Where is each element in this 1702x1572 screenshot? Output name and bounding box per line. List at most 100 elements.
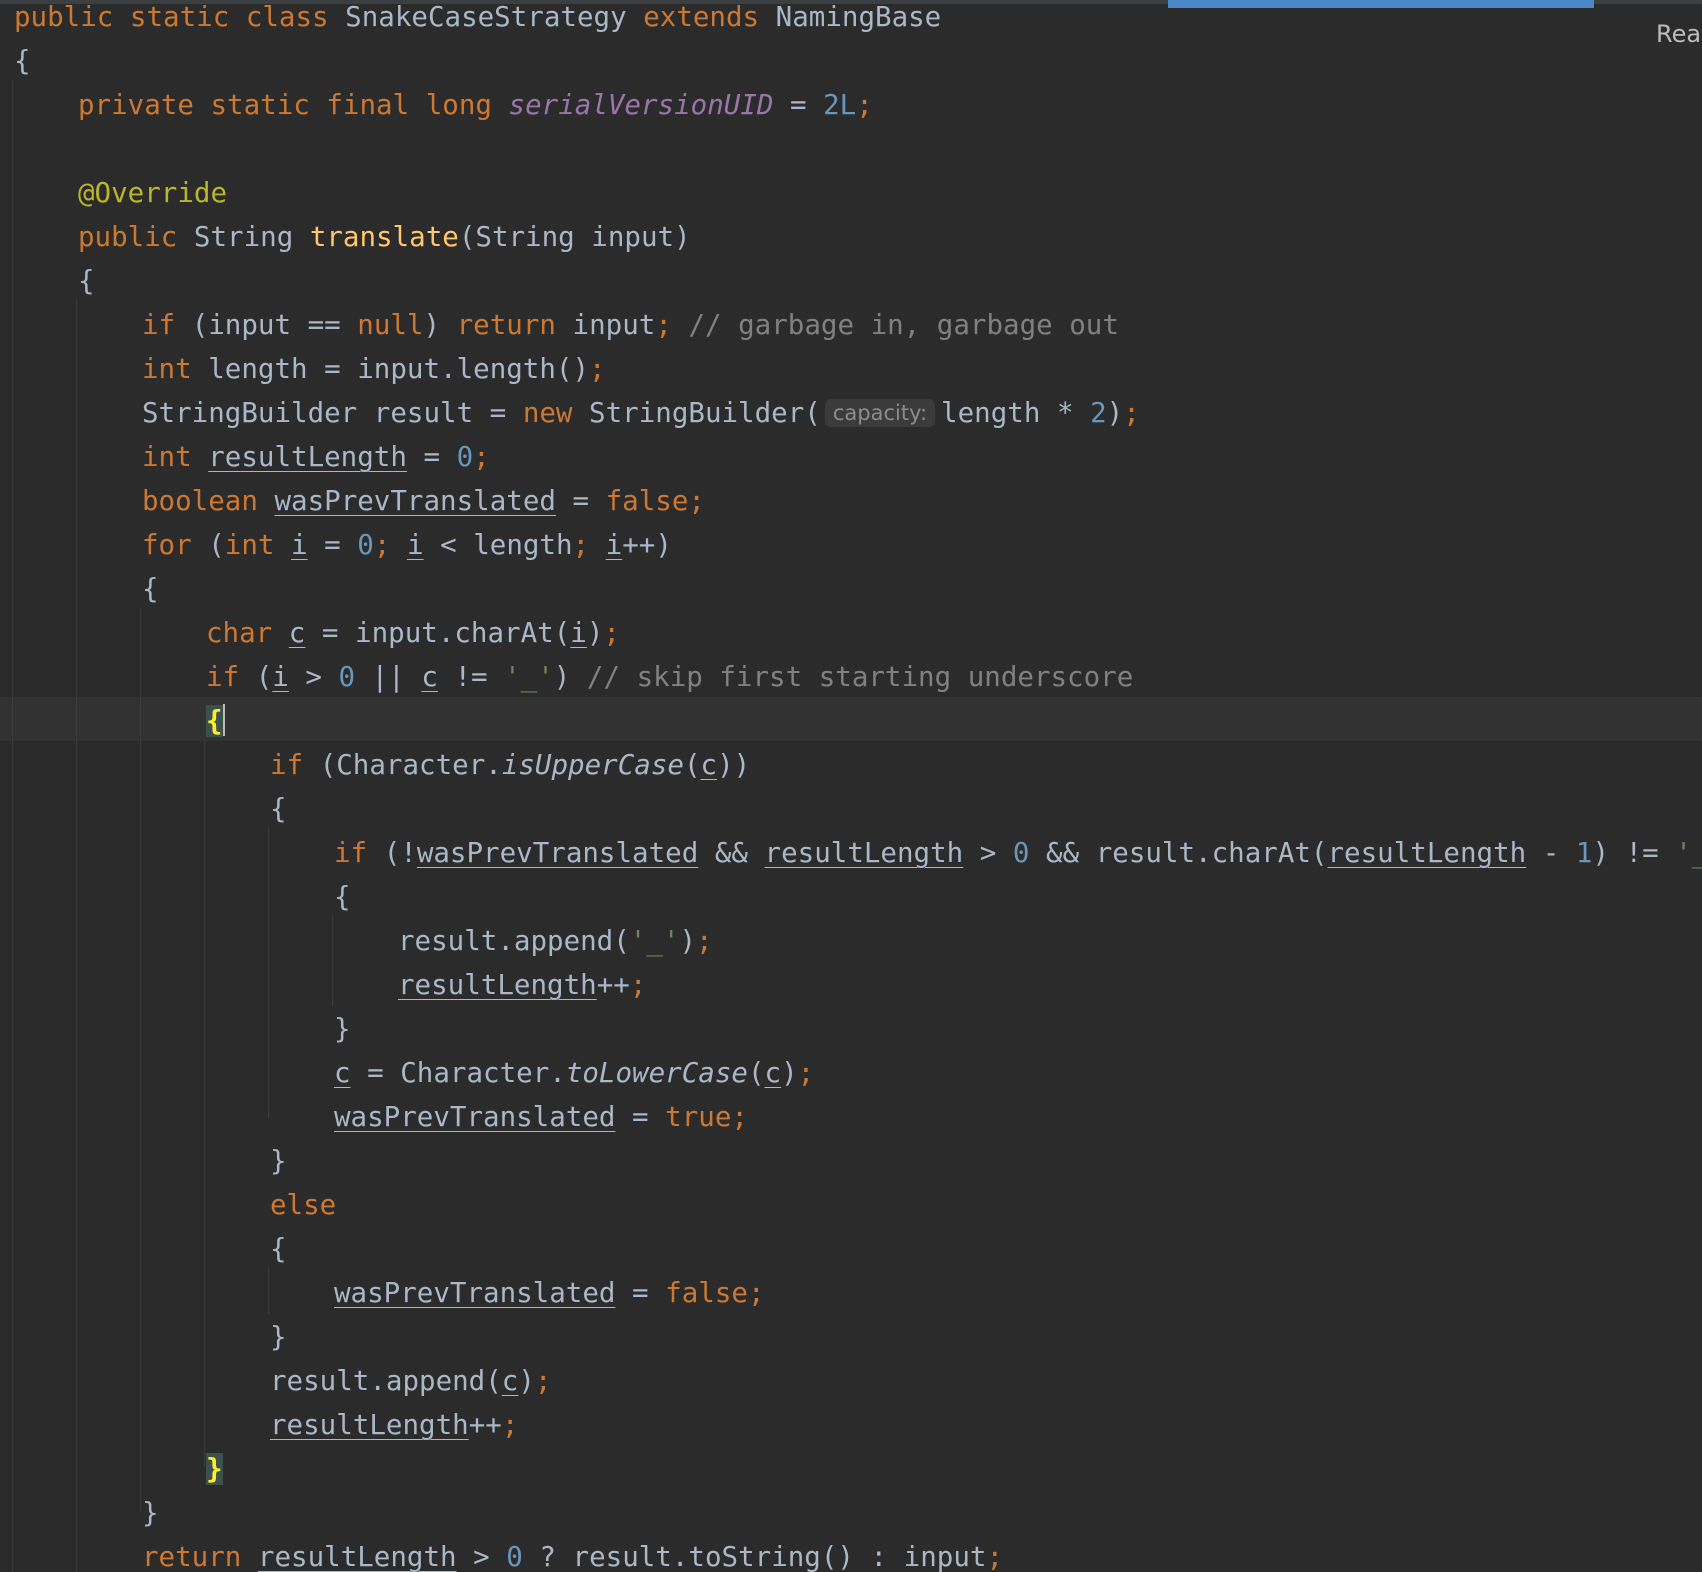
code-line[interactable]: StringBuilder result = new StringBuilder… [142, 391, 1140, 435]
expression: result.append( [270, 1365, 502, 1397]
code-line[interactable]: char c = input.charAt(i); [206, 611, 620, 655]
parameters: (String input) [458, 221, 691, 253]
code-line[interactable]: } [206, 1447, 223, 1491]
code-line[interactable]: } [142, 1491, 159, 1535]
number-literal: 2L [823, 89, 857, 121]
code-line[interactable]: if (input == null) return input; // garb… [142, 303, 1119, 347]
variable: c [421, 661, 438, 693]
semicolon: ; [731, 1101, 748, 1133]
reader-mode-toggle[interactable]: Reac [1656, 20, 1702, 48]
keyword: char [206, 617, 273, 649]
keyword: return [456, 309, 556, 341]
code-line[interactable]: for (int i = 0; i < length; i++) [142, 523, 672, 567]
semicolon: ; [501, 1409, 519, 1441]
code-line[interactable]: } [334, 1007, 351, 1051]
operator: || [371, 661, 405, 693]
operator: > [473, 1541, 490, 1572]
code-line[interactable]: { [206, 699, 225, 743]
code-line[interactable]: if (i > 0 || c != '_') // skip first sta… [206, 655, 1133, 699]
matched-brace: { [206, 705, 223, 737]
semicolon: ; [373, 529, 391, 561]
brace: } [142, 1497, 159, 1529]
paren: ) [1106, 397, 1124, 429]
expression: && result.charAt( [1046, 837, 1328, 869]
indent-guide [332, 916, 333, 1006]
class-name: NamingBase [775, 1, 942, 33]
code-line[interactable]: wasPrevTranslated = false; [334, 1271, 765, 1315]
semicolon: ; [655, 309, 672, 341]
operator: = [632, 1277, 649, 1309]
operator: > [979, 837, 997, 869]
code-line[interactable]: public String translate(String input) [78, 215, 691, 259]
code-line[interactable]: int length = input.length(); [142, 347, 606, 391]
variable: wasPrevTranslated [416, 837, 699, 869]
identifier: input [572, 309, 656, 341]
keyword: int [142, 353, 192, 385]
variable: wasPrevTranslated [334, 1277, 616, 1309]
expression: = input.charAt( [321, 617, 571, 649]
keyword: if [334, 837, 368, 869]
code-line[interactable]: result.append(c); [270, 1359, 551, 1403]
expression: (Character. [319, 749, 502, 781]
code-line[interactable]: if (!wasPrevTranslated && resultLength >… [334, 831, 1702, 875]
code-line[interactable]: else [270, 1183, 336, 1227]
keyword: extends [643, 1, 760, 33]
scroll-position-indicator[interactable] [1168, 0, 1594, 8]
variable: resultLength [764, 837, 964, 869]
code-line[interactable]: } [270, 1139, 287, 1183]
variable: c [764, 1057, 782, 1089]
variable: wasPrevTranslated [274, 485, 556, 517]
variable: resultLength [398, 969, 597, 1001]
code-line[interactable]: c = Character.toLowerCase(c); [334, 1051, 814, 1095]
variable: resultLength [270, 1409, 469, 1441]
semicolon: ; [986, 1541, 1003, 1572]
code-line[interactable]: result.append('_'); [398, 919, 713, 963]
variable: c [334, 1057, 351, 1089]
code-line[interactable]: { [270, 1227, 287, 1271]
keyword: long [425, 89, 492, 121]
method-name: translate [309, 221, 459, 253]
operator: ++) [622, 529, 672, 561]
keyword: private [78, 89, 194, 121]
code-line[interactable]: if (Character.isUpperCase(c)) [270, 743, 750, 787]
indent-guide [140, 608, 141, 1512]
code-line[interactable]: resultLength++; [270, 1403, 518, 1447]
code-line[interactable]: { [270, 787, 287, 831]
code-line[interactable]: { [334, 875, 351, 919]
expression: ? result.toString() : input [539, 1541, 987, 1572]
keyword: class [245, 1, 329, 33]
semicolon: ; [603, 617, 620, 649]
code-editor[interactable]: Reac public static class SnakeCaseStrate… [0, 0, 1702, 1572]
paren: ) [423, 309, 441, 341]
paren: ) [586, 617, 604, 649]
code-line[interactable]: resultLength++; [398, 963, 646, 1007]
code-line[interactable]: private static final long serialVersionU… [78, 83, 873, 127]
semicolon: ; [688, 485, 705, 517]
code-line[interactable]: return resultLength > 0 ? result.toStrin… [142, 1535, 1003, 1572]
code-line[interactable]: int resultLength = 0; [142, 435, 490, 479]
code-line[interactable]: { [14, 39, 31, 83]
code-line[interactable]: { [78, 259, 95, 303]
brace: { [142, 573, 159, 605]
semicolon: ; [572, 529, 590, 561]
variable: c [700, 749, 718, 781]
code-line[interactable]: wasPrevTranslated = true; [334, 1095, 748, 1139]
variable: resultLength [257, 1541, 457, 1572]
code-line[interactable]: { [142, 567, 159, 611]
keyword: new [522, 397, 573, 429]
keyword: if [270, 749, 304, 781]
keyword: if [206, 661, 240, 693]
indent-guide [268, 828, 269, 1118]
number-literal: 2 [1090, 397, 1107, 429]
paren: ( [255, 661, 273, 693]
code-line[interactable]: @Override [78, 171, 227, 215]
code-line[interactable]: boolean wasPrevTranslated = false; [142, 479, 705, 523]
code-line[interactable]: public static class SnakeCaseStrategy ex… [14, 0, 941, 39]
comment: // garbage in, garbage out [688, 309, 1119, 341]
code-line[interactable]: } [270, 1315, 287, 1359]
expression: < length [440, 529, 573, 561]
text-caret [222, 704, 225, 736]
paren: ) [518, 1365, 535, 1397]
keyword: public [14, 1, 114, 33]
expression: length = input.length() [208, 353, 590, 385]
